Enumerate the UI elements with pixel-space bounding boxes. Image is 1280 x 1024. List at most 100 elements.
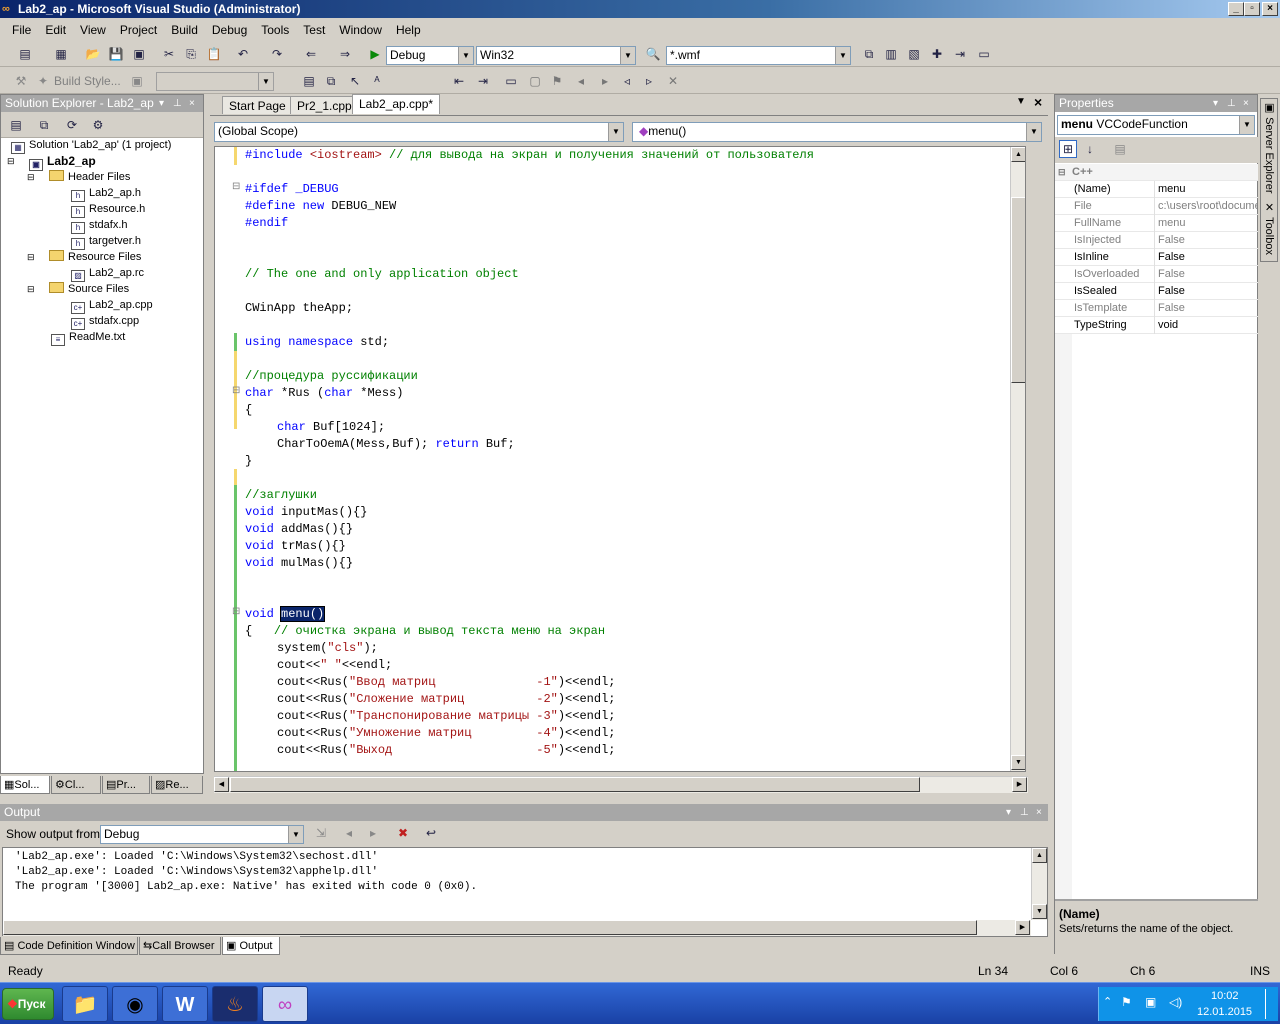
- close-icon[interactable]: ×: [1036, 804, 1042, 821]
- scroll-thumb[interactable]: [230, 777, 920, 792]
- tree-file[interactable]: h targetver.h: [71, 233, 141, 250]
- collapse-icon[interactable]: ⊟: [27, 249, 35, 265]
- tab-code-definition-window[interactable]: ▤ Code Definition Window: [0, 937, 138, 955]
- property-row[interactable]: IsOverloaded False: [1055, 266, 1258, 283]
- property-row[interactable]: FullName menu: [1055, 215, 1258, 232]
- property-row[interactable]: (Name) menu: [1055, 181, 1258, 198]
- scroll-right-icon[interactable]: ▶: [1015, 920, 1030, 935]
- configuration-dropdown[interactable]: Debug ▼: [386, 46, 474, 65]
- prev-bookmark-folder-icon[interactable]: ◃: [618, 72, 636, 90]
- code-vertical-scrollbar[interactable]: ▲ ▼: [1010, 147, 1025, 771]
- collapse-icon[interactable]: ⊟: [232, 182, 240, 192]
- menu-build[interactable]: Build: [164, 21, 205, 40]
- scroll-thumb[interactable]: [3, 920, 977, 935]
- other-windows-icon[interactable]: ▭: [975, 45, 993, 63]
- build-style-icon[interactable]: ✦: [34, 72, 52, 90]
- property-row[interactable]: IsSealed False: [1055, 283, 1258, 300]
- build-target-dropdown[interactable]: ▼: [156, 72, 274, 91]
- complete-word-icon[interactable]: ᴬ: [368, 72, 386, 90]
- menu-debug[interactable]: Debug: [205, 21, 254, 40]
- paste-icon[interactable]: 📋: [205, 45, 223, 63]
- tab-call-browser[interactable]: ⇆Call Browser: [139, 937, 221, 955]
- add-item-icon[interactable]: ▦: [52, 45, 70, 63]
- code-area[interactable]: ⊟ ⊟ ⊟ #include <iostream> // для вывода …: [214, 146, 1026, 772]
- cut-icon[interactable]: ✂: [160, 45, 178, 63]
- tree-file[interactable]: ≡ ReadMe.txt: [51, 329, 125, 346]
- property-row[interactable]: IsInjected False: [1055, 232, 1258, 249]
- scroll-left-icon[interactable]: ◀: [214, 777, 229, 792]
- tab-server-explorer[interactable]: ▣ Server Explorer: [1263, 101, 1276, 193]
- property-row[interactable]: File c:\users\root\docume: [1055, 198, 1258, 215]
- word-taskbar-icon[interactable]: W: [162, 986, 208, 1022]
- dropdown-icon[interactable]: ▾: [1006, 804, 1011, 821]
- toolbox-icon[interactable]: ✚: [928, 45, 946, 63]
- menu-view[interactable]: View: [73, 21, 113, 40]
- build-icon[interactable]: ⚒: [12, 72, 30, 90]
- tree-file[interactable]: h Resource.h: [71, 201, 145, 218]
- collapse-icon[interactable]: ⊟: [27, 169, 35, 185]
- class-diagram-icon[interactable]: ⚙: [89, 116, 107, 134]
- tree-header-files[interactable]: Header Files: [49, 169, 130, 185]
- next-message-icon[interactable]: ▸: [364, 824, 382, 842]
- menu-tools[interactable]: Tools: [254, 21, 296, 40]
- copy-icon[interactable]: ⎘: [182, 45, 200, 63]
- prev-bookmark-icon[interactable]: ◂: [572, 72, 590, 90]
- prev-message-icon[interactable]: ◂: [340, 824, 358, 842]
- start-button[interactable]: ❖Пуск: [2, 988, 54, 1020]
- scroll-thumb[interactable]: [1011, 197, 1025, 383]
- maximize-button[interactable]: ▫: [1244, 2, 1260, 16]
- build-style-button[interactable]: Build Style...: [54, 74, 121, 88]
- scroll-right-icon[interactable]: ▶: [1012, 777, 1027, 792]
- code-horizontal-scrollbar[interactable]: ◀ ▶: [214, 776, 1028, 793]
- visual-studio-taskbar-icon[interactable]: ∞: [262, 986, 308, 1022]
- quick-info-icon[interactable]: ⧉: [322, 72, 340, 90]
- pin-icon[interactable]: ⊥: [1227, 95, 1236, 112]
- show-desktop-button[interactable]: [1265, 989, 1277, 1019]
- collapse-icon[interactable]: ⊟: [27, 281, 35, 297]
- property-row[interactable]: IsInline False: [1055, 249, 1258, 266]
- next-bookmark-icon[interactable]: ▸: [596, 72, 614, 90]
- close-icon[interactable]: ×: [1034, 94, 1042, 110]
- parameter-info-icon[interactable]: ↖: [346, 72, 364, 90]
- refresh-icon[interactable]: ⟳: [63, 116, 81, 134]
- flag-icon[interactable]: ⚑: [1121, 995, 1132, 1009]
- property-row[interactable]: IsTemplate False: [1055, 300, 1258, 317]
- start-page-icon[interactable]: ⇥: [951, 45, 969, 63]
- menu-help[interactable]: Help: [389, 21, 428, 40]
- clock-date[interactable]: 12.01.2015: [1197, 1006, 1252, 1018]
- open-file-icon[interactable]: 📂: [84, 45, 102, 63]
- cancel-build-icon[interactable]: ▣: [128, 72, 146, 90]
- collapse-icon[interactable]: ⊟: [232, 386, 240, 396]
- active-files-icon[interactable]: ▼: [1016, 96, 1026, 107]
- member-dropdown[interactable]: ◆menu() ▼: [632, 122, 1042, 142]
- java-taskbar-icon[interactable]: ♨: [212, 986, 258, 1022]
- bookmark-icon[interactable]: ⚑: [548, 72, 566, 90]
- alphabetical-icon[interactable]: ↓: [1081, 140, 1099, 158]
- tree-solution[interactable]: ▦ Solution 'Lab2_ap' (1 project): [11, 137, 171, 154]
- tab-toolbox[interactable]: ✕ Toolbox: [1263, 201, 1276, 255]
- tab-pr2-1-cpp[interactable]: Pr2_1.cpp: [290, 96, 359, 114]
- find-combo[interactable]: *.wmf ▼: [666, 46, 851, 65]
- outdent-icon[interactable]: ⇤: [450, 72, 468, 90]
- menu-project[interactable]: Project: [113, 21, 164, 40]
- dropdown-icon[interactable]: ▾: [159, 95, 164, 112]
- collapse-icon[interactable]: ⊟: [7, 153, 15, 169]
- scope-dropdown[interactable]: (Global Scope) ▼: [214, 122, 624, 142]
- output-text-area[interactable]: 'Lab2_ap.exe': Loaded 'C:\Windows\System…: [2, 847, 1048, 937]
- output-horizontal-scrollbar[interactable]: ▶: [3, 920, 1031, 936]
- undo-icon[interactable]: ↶: [234, 45, 252, 63]
- chevron-up-icon[interactable]: ⌃: [1103, 995, 1112, 1008]
- next-bookmark-folder-icon[interactable]: ▹: [640, 72, 658, 90]
- clear-bookmarks-icon[interactable]: ✕: [664, 72, 682, 90]
- indent-icon[interactable]: ⇥: [474, 72, 492, 90]
- categorized-icon[interactable]: ⊞: [1059, 140, 1077, 158]
- output-vertical-scrollbar[interactable]: ▲ ▼: [1031, 848, 1047, 920]
- tree-file[interactable]: ▨ Lab2_ap.rc: [71, 265, 144, 282]
- network-icon[interactable]: ▣: [1145, 995, 1156, 1009]
- tree-resource-files[interactable]: Resource Files: [49, 249, 141, 265]
- redo-icon[interactable]: ↷: [268, 45, 286, 63]
- tab-output[interactable]: ▣ Output: [222, 937, 280, 955]
- property-pages-icon[interactable]: ▤: [1111, 140, 1129, 158]
- tab-lab2-ap-cpp[interactable]: Lab2_ap.cpp*: [352, 94, 441, 114]
- scroll-up-icon[interactable]: ▲: [1032, 848, 1047, 863]
